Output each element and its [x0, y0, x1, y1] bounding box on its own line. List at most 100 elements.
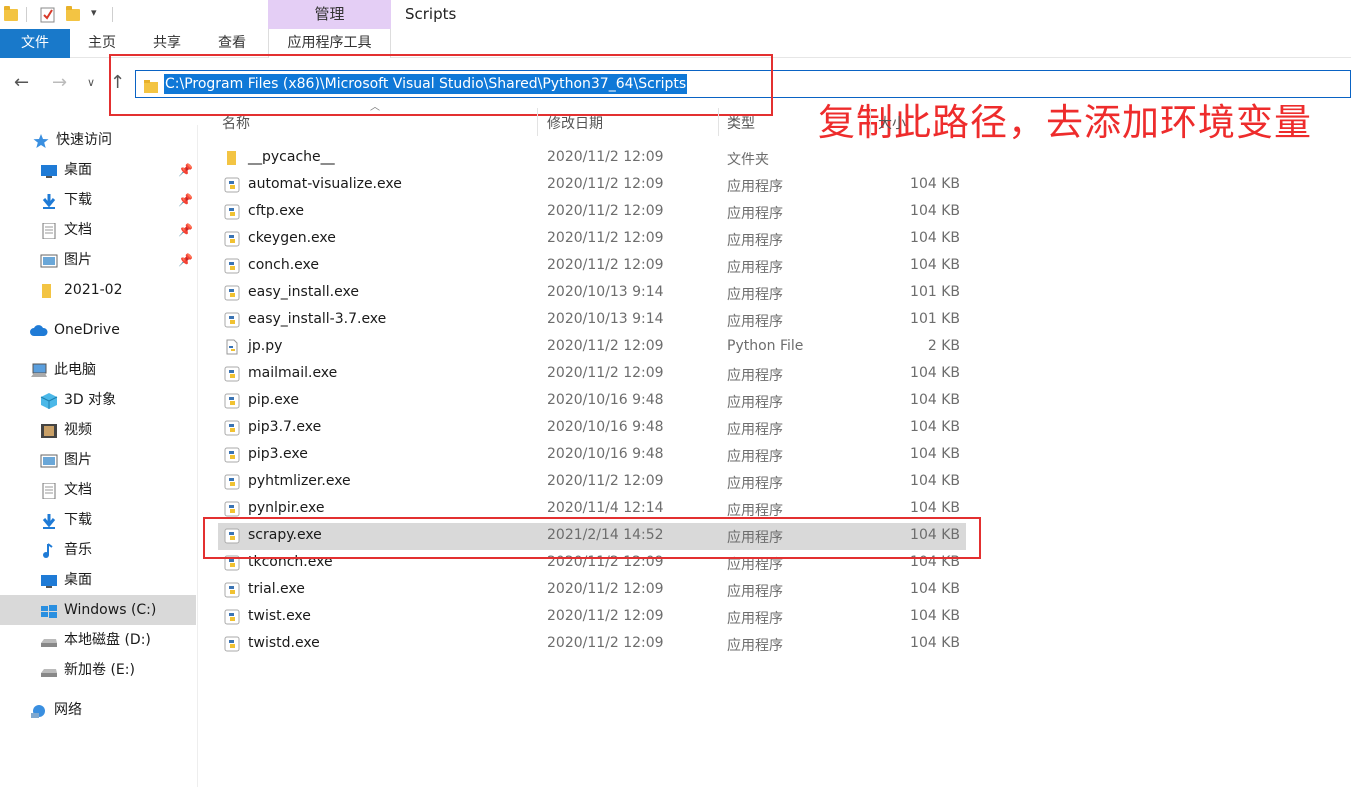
new-folder-icon[interactable]: [66, 6, 80, 22]
pin-icon[interactable]: 📌: [178, 223, 193, 237]
drive-icon: [40, 630, 58, 647]
sidebar-item-desktop-pc[interactable]: 桌面: [40, 565, 92, 595]
properties-check-icon[interactable]: [40, 6, 55, 23]
file-name: automat-visualize.exe: [248, 176, 402, 192]
file-date: 2020/11/2 12:09: [547, 176, 664, 192]
file-date: 2020/10/16 9:48: [547, 446, 664, 462]
column-header-date[interactable]: 修改日期: [547, 113, 603, 133]
recent-locations-chevron-icon[interactable]: ∨: [87, 76, 95, 89]
file-row[interactable]: pyhtmlizer.exe 2020/11/2 12:09 应用程序 104 KB: [218, 469, 966, 496]
file-type: 应用程序: [727, 449, 783, 465]
sidebar-item-label: 图片: [64, 252, 92, 268]
column-header-size[interactable]: 大小: [878, 113, 906, 133]
python-exe-icon: [224, 447, 240, 463]
file-type: 应用程序: [727, 422, 783, 438]
file-row[interactable]: pip3.exe 2020/10/16 9:48 应用程序 104 KB: [218, 442, 966, 469]
picture-icon: [40, 450, 58, 468]
pin-icon[interactable]: 📌: [178, 253, 193, 267]
file-type: 应用程序: [727, 287, 783, 303]
file-name: __pycache__: [248, 149, 335, 165]
document-icon: [40, 480, 58, 500]
file-size: 104 KB: [910, 365, 960, 381]
file-date: 2020/11/2 12:09: [547, 608, 664, 624]
sidebar-item-label: 网络: [54, 702, 82, 718]
sidebar-item-downloads-pc[interactable]: 下载: [40, 505, 92, 535]
python-exe-icon: [224, 420, 240, 436]
file-row[interactable]: mailmail.exe 2020/11/2 12:09 应用程序 104 KB: [218, 361, 966, 388]
file-name: pip3.7.exe: [248, 419, 322, 435]
file-type: 应用程序: [727, 395, 783, 411]
document-icon: [40, 220, 58, 240]
column-divider[interactable]: [537, 108, 538, 136]
sidebar-item-2021-02[interactable]: 2021-02: [40, 275, 123, 305]
sidebar-item-music[interactable]: 音乐: [40, 535, 92, 565]
file-row[interactable]: automat-visualize.exe 2020/11/2 12:09 应用程序…: [218, 172, 966, 199]
sidebar-item-3d-objects[interactable]: 3D 对象: [40, 385, 116, 415]
column-divider[interactable]: [870, 108, 871, 136]
sidebar-item-label: 桌面: [64, 572, 92, 588]
sidebar-item-network[interactable]: 网络: [30, 695, 82, 725]
file-type: 应用程序: [727, 260, 783, 276]
sidebar-item-pictures[interactable]: 图片: [40, 245, 92, 275]
sidebar-item-label: 下载: [64, 192, 92, 208]
file-type: 应用程序: [727, 179, 783, 195]
file-type: 应用程序: [727, 314, 783, 330]
download-icon: [40, 510, 58, 529]
sidebar-item-downloads[interactable]: 下载: [40, 185, 92, 215]
sidebar-item-local-disk-d[interactable]: 本地磁盘 (D:): [40, 625, 151, 655]
file-date: 2020/10/16 9:48: [547, 392, 664, 408]
file-size: 104 KB: [910, 446, 960, 462]
file-size: 104 KB: [910, 230, 960, 246]
file-row[interactable]: cftp.exe 2020/11/2 12:09 应用程序 104 KB: [218, 199, 966, 226]
sidebar-item-this-pc[interactable]: 此电脑: [30, 355, 96, 385]
quick-access-dropdown-icon[interactable]: ▾: [91, 6, 97, 19]
sidebar-item-documents[interactable]: 文档: [40, 215, 92, 245]
sidebar-item-documents-pc[interactable]: 文档: [40, 475, 92, 505]
file-date: 2020/11/2 12:09: [547, 257, 664, 273]
sidebar-item-videos[interactable]: 视频: [40, 415, 92, 445]
file-row[interactable]: pip3.7.exe 2020/10/16 9:48 应用程序 104 KB: [218, 415, 966, 442]
file-size: 104 KB: [910, 392, 960, 408]
back-arrow-icon[interactable]: ←: [14, 72, 29, 93]
column-header-name[interactable]: 名称: [222, 113, 250, 133]
sidebar-item-desktop[interactable]: 桌面: [40, 155, 92, 185]
annotation-highlight-box: [109, 54, 773, 116]
download-icon: [40, 190, 58, 209]
file-row[interactable]: __pycache__ 2020/11/2 12:09 文件夹: [218, 145, 966, 172]
sidebar-item-pictures-pc[interactable]: 图片: [40, 445, 92, 475]
file-name: jp.py: [248, 338, 283, 354]
pin-icon[interactable]: 📌: [178, 163, 193, 177]
column-divider[interactable]: [718, 108, 719, 136]
tab-file[interactable]: 文件: [0, 29, 70, 58]
sidebar-item-quick-access[interactable]: 快速访问: [32, 125, 112, 155]
sidebar-item-label: 图片: [64, 452, 92, 468]
file-name: mailmail.exe: [248, 365, 338, 381]
file-row[interactable]: conch.exe 2020/11/2 12:09 应用程序 104 KB: [218, 253, 966, 280]
sidebar-item-onedrive[interactable]: OneDrive: [30, 315, 120, 345]
sidebar-item-label: Windows (C:): [64, 602, 157, 618]
pin-icon[interactable]: 📌: [178, 193, 193, 207]
sidebar-item-label: 文档: [64, 222, 92, 238]
forward-arrow-icon[interactable]: →: [52, 72, 67, 93]
file-size: 101 KB: [910, 284, 960, 300]
file-row[interactable]: easy_install-3.7.exe 2020/10/13 9:14 应用程序 1…: [218, 307, 966, 334]
file-date: 2020/10/16 9:48: [547, 419, 664, 435]
file-row[interactable]: easy_install.exe 2020/10/13 9:14 应用程序 101 K…: [218, 280, 966, 307]
sidebar-item-windows-c[interactable]: Windows (C:): [40, 595, 156, 625]
file-row[interactable]: pip.exe 2020/10/16 9:48 应用程序 104 KB: [218, 388, 966, 415]
column-header-type[interactable]: 类型: [727, 113, 755, 133]
file-date: 2020/11/4 12:14: [547, 500, 664, 516]
file-row[interactable]: twist.exe 2020/11/2 12:09 应用程序 104 KB: [218, 604, 966, 631]
python-exe-icon: [224, 636, 240, 652]
file-row[interactable]: trial.exe 2020/11/2 12:09 应用程序 104 KB: [218, 577, 966, 604]
file-row[interactable]: twistd.exe 2020/11/2 12:09 应用程序 104 KB: [218, 631, 966, 658]
file-row[interactable]: ckeygen.exe 2020/11/2 12:09 应用程序 104 KB: [218, 226, 966, 253]
cube-icon: [40, 390, 58, 409]
file-row[interactable]: jp.py 2020/11/2 12:09 Python File 2 KB: [218, 334, 966, 361]
sidebar-item-label: 下载: [64, 512, 92, 528]
file-name: conch.exe: [248, 257, 319, 273]
python-exe-icon: [224, 582, 240, 598]
manage-tab[interactable]: 管理: [268, 0, 391, 29]
sidebar-item-new-volume-e[interactable]: 新加卷 (E:): [40, 655, 135, 685]
file-type: 文件夹: [727, 152, 769, 168]
